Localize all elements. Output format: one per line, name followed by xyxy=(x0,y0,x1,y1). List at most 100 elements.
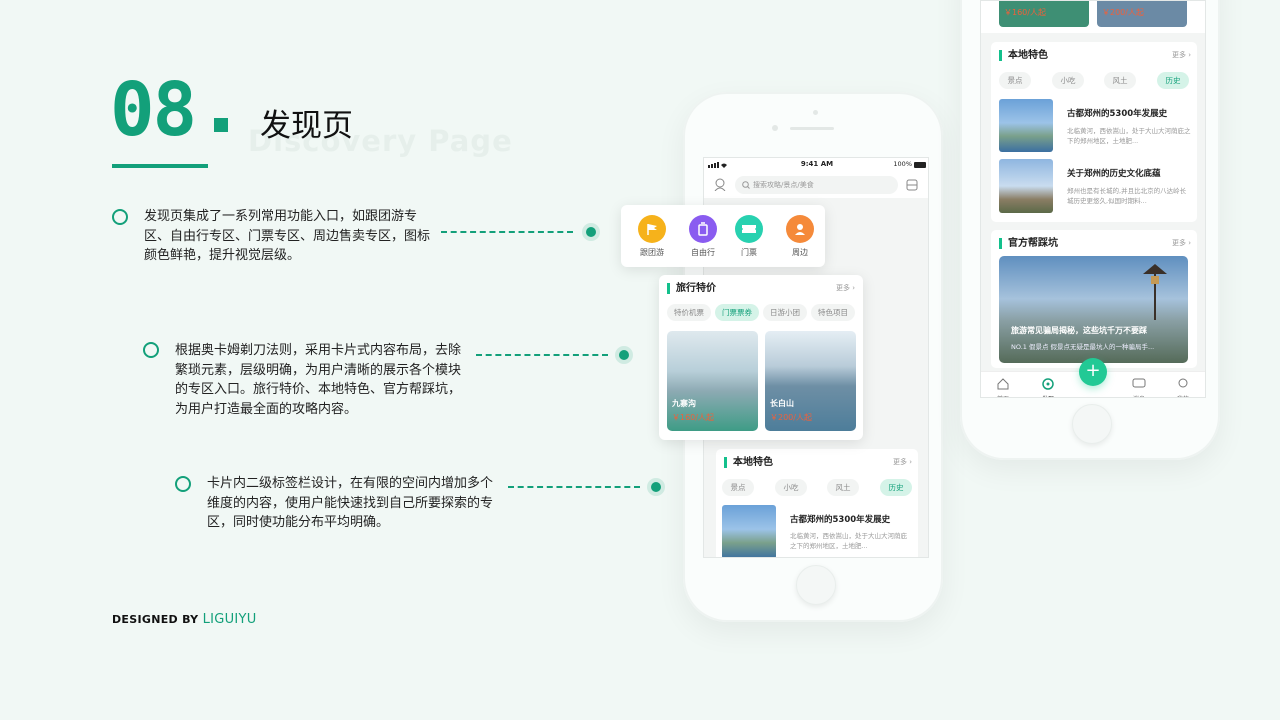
signpost-icon xyxy=(1143,264,1167,320)
point-2-connector xyxy=(476,354,608,356)
battery-percent: 100% xyxy=(893,160,912,168)
more-label: 更多 xyxy=(892,458,907,466)
entry-free-travel[interactable]: 自由行 xyxy=(678,215,728,258)
tab-history[interactable]: 历史 xyxy=(880,479,912,496)
tab-day-tours[interactable]: 日游小团 xyxy=(763,304,807,321)
local-features-card: 本地特色 更多 › 景点 小吃 风土 历史 古都郑州的5300年发展史 北临黄河… xyxy=(991,42,1197,222)
more-label: 更多 xyxy=(835,284,850,292)
tab-scenic[interactable]: 景点 xyxy=(722,479,754,496)
pitfalls-desc: NO.1 假景点 假景点无疑是最坑人的一种骗局手... xyxy=(1011,343,1155,351)
location-avatar-icon[interactable] xyxy=(714,178,726,191)
deal-card[interactable]: ￥200/人起 xyxy=(1097,1,1187,27)
profile-icon xyxy=(1178,378,1188,388)
article-title[interactable]: 古都郑州的5300年发展史 xyxy=(1067,107,1167,119)
tab-label: 消息 xyxy=(1127,394,1151,397)
more-label: 更多 xyxy=(1171,239,1186,247)
section-number: 08 xyxy=(110,67,197,153)
scan-icon[interactable] xyxy=(906,179,918,191)
article-thumb[interactable] xyxy=(722,505,776,557)
article-desc: 北临黄河，西依嵩山，处于大山大河荫庇之下的郑州地区，土地肥... xyxy=(790,532,907,550)
flag-icon xyxy=(638,215,666,243)
tab-tickets[interactable]: 门票票券 xyxy=(715,304,759,321)
tab-label: 我的 xyxy=(1171,394,1195,397)
point-3-connector xyxy=(508,486,640,488)
travel-deals-more[interactable]: 更多 › xyxy=(836,283,855,293)
suitcase-icon xyxy=(689,215,717,243)
home-icon xyxy=(997,378,1009,390)
search-placeholder: 搜索攻略/景点/美食 xyxy=(753,181,814,189)
deal-card[interactable]: 九寨沟 ￥160/人起 xyxy=(667,331,758,431)
point-2-text: 根据奥卡姆剃刀法则，采用卡片式内容布局，去除繁琐元素，层级明确，为用户清晰的展示… xyxy=(175,343,462,417)
local-features-title: 本地特色 xyxy=(999,50,1048,61)
deal-price: ￥160/人起 xyxy=(672,413,714,422)
entry-group-tour[interactable]: 跟团游 xyxy=(627,215,677,258)
local-features-more[interactable]: 更多 › xyxy=(1172,50,1191,60)
article-thumb[interactable] xyxy=(999,159,1053,213)
article-title[interactable]: 关于郑州的历史文化底蕴 xyxy=(1067,167,1161,179)
pitfalls-title: 官方帮踩坑 xyxy=(999,238,1058,249)
deal-card[interactable]: ￥160/人起 xyxy=(999,1,1089,27)
ticket-icon xyxy=(735,215,763,243)
section-number-dot xyxy=(214,118,228,132)
designer-credit: DESIGNED BY LIGUIYU xyxy=(112,612,257,627)
deals-cut-row: ￥160/人起 ￥200/人起 xyxy=(981,1,1205,33)
tab-cheap-flights[interactable]: 特价机票 xyxy=(667,304,711,321)
battery-icon xyxy=(914,162,926,168)
pitfalls-headline: 旅游常见骗局揭秘，这些坑千万不要踩 xyxy=(1011,326,1147,335)
deal-card[interactable]: 长白山 ￥200/人起 xyxy=(765,331,856,431)
tab-history[interactable]: 历史 xyxy=(1157,72,1189,89)
article-desc: 郑州也是有长城的,并且比北京的八达岭长城历史更悠久,似国时期料... xyxy=(1067,187,1187,205)
tab-messages[interactable]: 消息 xyxy=(1127,375,1151,397)
search-icon xyxy=(742,181,750,189)
more-label: 更多 xyxy=(1171,51,1186,59)
tab-label: 首页 xyxy=(991,394,1015,397)
tab-snacks[interactable]: 小吃 xyxy=(775,479,807,496)
tab-snacks[interactable]: 小吃 xyxy=(1052,72,1084,89)
add-button[interactable]: + xyxy=(1079,358,1107,386)
tab-scenic[interactable]: 景点 xyxy=(999,72,1031,89)
entry-tickets[interactable]: 门票 xyxy=(724,215,774,258)
point-3-text: 卡片内二级标签栏设计，在有限的空间内增加多个维度的内容，使用户能快速找到自己所要… xyxy=(207,476,494,530)
right-home-button[interactable] xyxy=(1072,404,1112,444)
tab-profile[interactable]: 我的 xyxy=(1171,375,1195,397)
tab-customs[interactable]: 风土 xyxy=(827,479,859,496)
point-3-marker xyxy=(651,482,661,492)
article-title[interactable]: 古都郑州的5300年发展史 xyxy=(790,513,890,525)
message-icon xyxy=(1132,378,1146,388)
pitfalls-hero[interactable]: 旅游常见骗局揭秘，这些坑千万不要踩 NO.1 假景点 假景点无疑是最坑人的一种骗… xyxy=(999,256,1188,363)
tab-special[interactable]: 特色项目 xyxy=(811,304,855,321)
travel-deals-title: 旅行特价 xyxy=(667,283,716,294)
tab-customs[interactable]: 风土 xyxy=(1104,72,1136,89)
travel-deals-card: 旅行特价 更多 › 特价机票 门票票券 日游小团 特色项目 九寨沟 ￥160/人… xyxy=(659,275,863,440)
tab-discover[interactable]: 发现 xyxy=(1036,375,1060,397)
point-1-marker xyxy=(586,227,596,237)
tab-home[interactable]: 首页 xyxy=(991,375,1015,397)
entry-label: 跟团游 xyxy=(640,248,664,257)
center-home-button[interactable] xyxy=(796,565,836,605)
local-features-more[interactable]: 更多 › xyxy=(893,457,912,467)
point-3-bullet xyxy=(175,476,191,492)
phone-camera xyxy=(772,125,778,131)
article-thumb[interactable] xyxy=(999,99,1053,152)
deal-price: ￥200/人起 xyxy=(770,413,812,422)
entry-nearby[interactable]: 周边 xyxy=(775,215,825,258)
entry-card: 跟团游 自由行 门票 周边 xyxy=(621,205,825,267)
entry-label: 门票 xyxy=(741,248,757,257)
pitfalls-card: 官方帮踩坑 更多 › 旅游常见骗局揭秘，这些坑千万不要踩 NO.1 假景点 假景… xyxy=(991,230,1197,368)
deal-price: ￥160/人起 xyxy=(1004,8,1046,17)
pitfalls-more[interactable]: 更多 › xyxy=(1172,238,1191,248)
point-2-bullet xyxy=(143,342,159,358)
point-1-bullet xyxy=(112,209,128,225)
article-desc: 北临黄河，西依嵩山，处于大山大河荫庇之下的郑州地区，土地肥... xyxy=(1067,127,1191,145)
right-phone-screen: ￥160/人起 ￥200/人起 本地特色 更多 › 景点 小吃 风土 历史 古都… xyxy=(980,0,1206,398)
phone-sensor xyxy=(813,110,818,115)
designer-name: LIGUIYU xyxy=(202,612,257,627)
local-features-card: 本地特色 更多 › 景点 小吃 风土 历史 古都郑州的5300年发展史 北临黄河… xyxy=(716,449,918,557)
status-bar: 9:41 AM 100% xyxy=(704,158,928,172)
point-1-text: 发现页集成了一系列常用功能入口，如跟团游专区、自由行专区、门票专区、周边售卖专区… xyxy=(144,209,431,263)
search-input[interactable]: 搜索攻略/景点/美食 xyxy=(735,176,898,194)
search-row: 搜索攻略/景点/美食 xyxy=(704,172,928,198)
designed-by-label: DESIGNED BY xyxy=(112,613,199,626)
deal-name: 九寨沟 xyxy=(672,399,696,408)
person-icon xyxy=(786,215,814,243)
